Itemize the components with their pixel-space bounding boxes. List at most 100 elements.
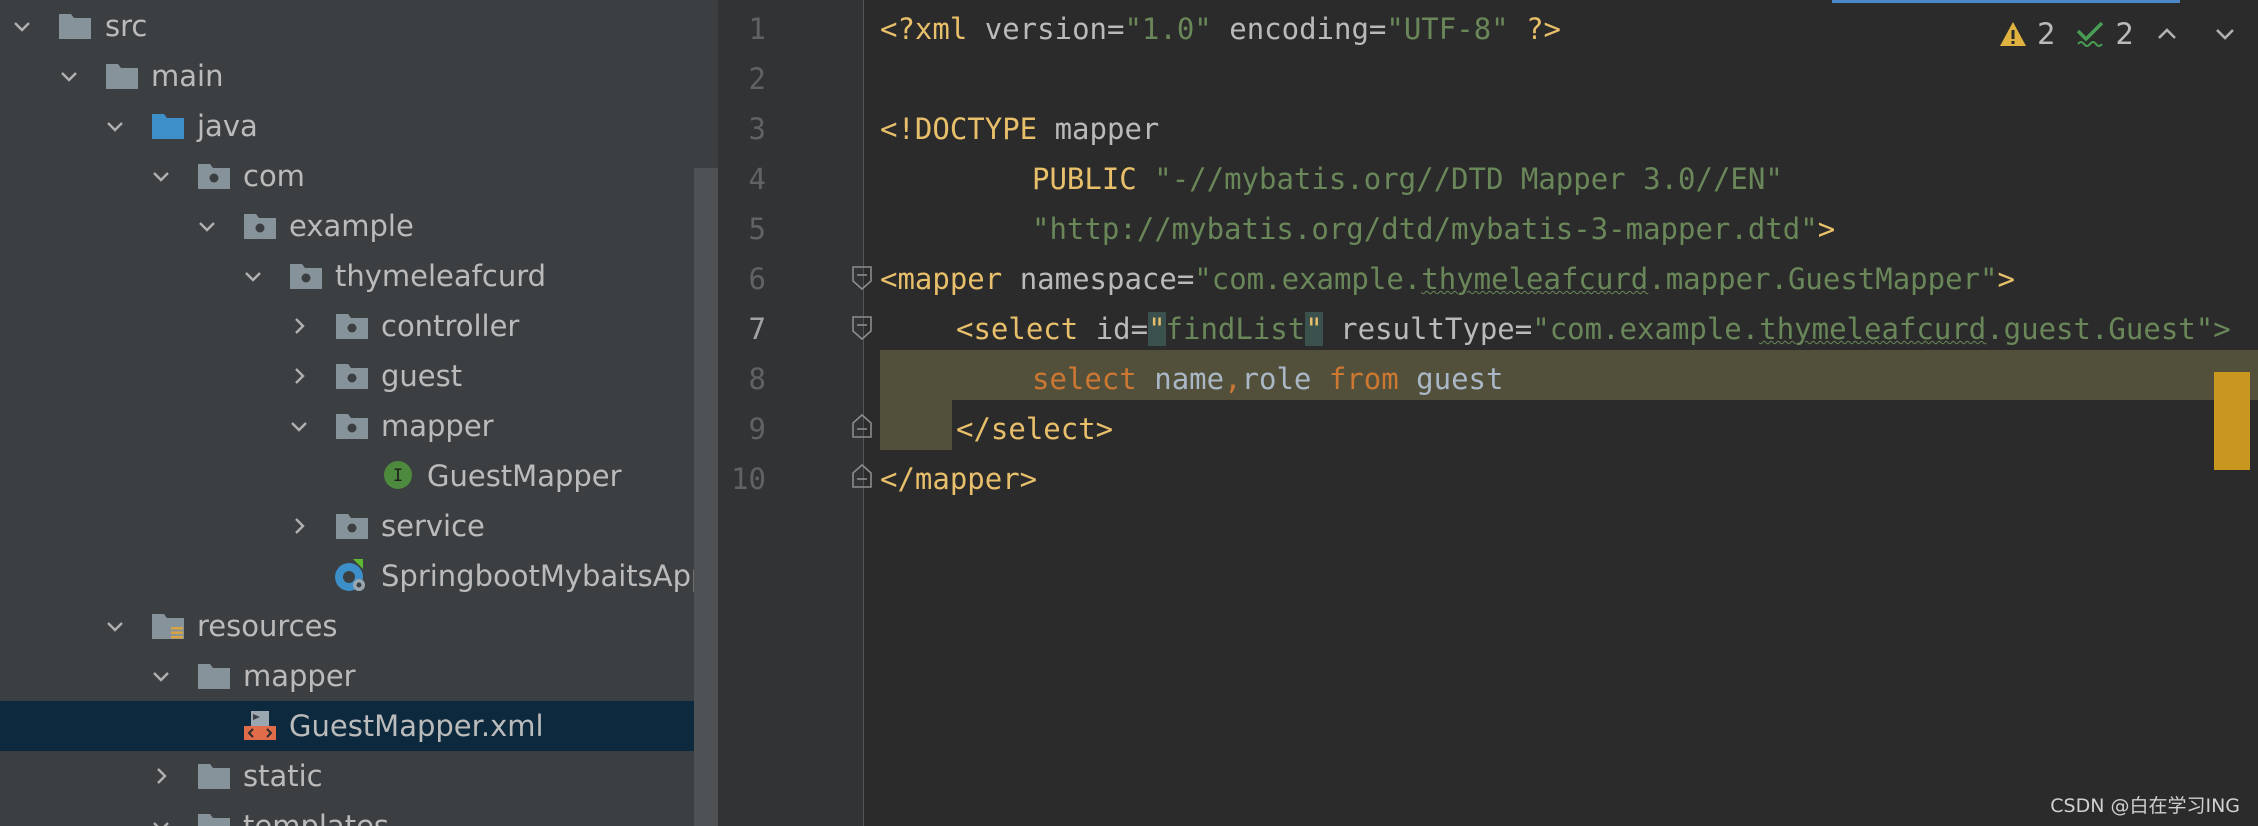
line-number: 3 xyxy=(748,112,766,146)
chevron-down-icon[interactable] xyxy=(10,14,34,38)
code-token: = xyxy=(1176,262,1195,296)
code-token: role xyxy=(1241,362,1312,396)
line-number: 1 xyxy=(748,12,766,46)
tree-item-service[interactable]: service xyxy=(0,501,718,551)
tree-item-label: thymeleafcurd xyxy=(335,259,547,293)
package-icon xyxy=(335,360,369,390)
folder-icon xyxy=(197,660,231,690)
code-token: </select> xyxy=(956,412,1114,446)
tree-item-templates[interactable]: templates xyxy=(0,801,718,826)
code-token: "com.example. xyxy=(1194,262,1422,296)
tree-item-resources[interactable]: resources xyxy=(0,601,718,651)
tree-item-label: templates xyxy=(243,809,390,826)
tab-indicator xyxy=(1832,0,2180,3)
tree-item-label: GuestMapper.xml xyxy=(289,709,544,743)
tree-item-controller[interactable]: controller xyxy=(0,301,718,351)
folder-icon xyxy=(105,60,139,90)
interface-icon: I xyxy=(381,460,415,490)
tree-item-label: guest xyxy=(381,359,463,393)
chevron-down-icon[interactable] xyxy=(2212,21,2238,47)
tree-item-mapper-folder[interactable]: mapper xyxy=(0,651,718,701)
chevron-down-icon[interactable] xyxy=(287,414,311,438)
tree-item-label: mapper xyxy=(381,409,494,443)
line-number-current: 7 xyxy=(748,312,766,346)
code-token: "UTF-8" xyxy=(1386,12,1509,46)
code-token: "-//mybatis.org//DTD Mapper 3.0//EN" xyxy=(1154,162,1783,196)
code-token: name xyxy=(1154,362,1225,396)
code-line-10: </mapper> xyxy=(880,454,1037,504)
fold-close-icon[interactable] xyxy=(850,412,874,440)
code-token: PUBLIC xyxy=(1032,162,1137,196)
code-line-7: <select id="findList" resultType="com.ex… xyxy=(956,304,2231,354)
inspection-widget[interactable]: 2 2 xyxy=(1999,10,2238,58)
tree-item-springboot-app[interactable]: SpringbootMybaitsApplic xyxy=(0,551,718,601)
chevron-right-icon[interactable] xyxy=(287,514,311,538)
weak-warning-icon xyxy=(2076,21,2103,47)
chevron-right-icon[interactable] xyxy=(149,764,173,788)
chevron-down-icon[interactable] xyxy=(149,664,173,688)
interface-icon-letter: I xyxy=(393,466,403,486)
line-number: 10 xyxy=(731,462,766,496)
chevron-down-icon[interactable] xyxy=(195,214,219,238)
tree-item-com[interactable]: com xyxy=(0,151,718,201)
code-token: guest xyxy=(1416,362,1504,396)
xml-file-icon xyxy=(243,710,277,740)
resources-folder-icon xyxy=(151,610,185,640)
fold-close-icon[interactable] xyxy=(850,462,874,490)
tree-item-label: src xyxy=(105,9,148,43)
folder-icon xyxy=(197,810,231,826)
chevron-down-icon[interactable] xyxy=(57,64,81,88)
tree-item-thymeleafcurd[interactable]: thymeleafcurd xyxy=(0,251,718,301)
watermark: CSDN @白在学习ING xyxy=(2050,795,2240,817)
code-token: id xyxy=(1095,312,1131,346)
line-number: 2 xyxy=(748,62,766,96)
code-token: "com.example. xyxy=(1532,312,1760,346)
folder-icon xyxy=(58,10,92,40)
package-icon xyxy=(289,260,323,290)
package-icon xyxy=(335,410,369,440)
tree-item-java[interactable]: java xyxy=(0,101,718,151)
code-token: = xyxy=(1368,12,1387,46)
chevron-down-icon[interactable] xyxy=(103,114,127,138)
tree-item-guestmapper[interactable]: I GuestMapper xyxy=(0,451,718,501)
fold-open-icon[interactable] xyxy=(850,264,874,292)
tree-item-guestmapper-xml[interactable]: GuestMapper.xml xyxy=(0,701,718,751)
tree-item-mapper-package[interactable]: mapper xyxy=(0,401,718,451)
code-token: = xyxy=(1514,312,1533,346)
code-token: " xyxy=(1305,312,1323,346)
code-line-3: <!DOCTYPE mapper xyxy=(880,104,1159,154)
chevron-down-icon[interactable] xyxy=(149,814,173,826)
code-editor[interactable]: 1 2 3 4 5 6 7 8 9 10 <?xml version="1.0"… xyxy=(718,0,2258,826)
code-token: findList xyxy=(1165,312,1306,346)
scope-highlight xyxy=(880,400,952,450)
folder-icon xyxy=(197,760,231,790)
chevron-right-icon[interactable] xyxy=(287,314,311,338)
code-token: ?> xyxy=(1508,12,1561,46)
tree-scrollbar[interactable] xyxy=(694,168,718,826)
tree-item-guest[interactable]: guest xyxy=(0,351,718,401)
tree-item-example[interactable]: example xyxy=(0,201,718,251)
line-number: 4 xyxy=(748,162,766,196)
error-stripe-marker[interactable] xyxy=(2214,372,2250,470)
line-number: 6 xyxy=(748,262,766,296)
code-token: thymeleafcurd xyxy=(1759,312,1987,346)
code-token: > xyxy=(1997,262,2015,296)
chevron-down-icon[interactable] xyxy=(241,264,265,288)
chevron-down-icon[interactable] xyxy=(149,164,173,188)
tree-item-main[interactable]: main xyxy=(0,51,718,101)
tree-item-static[interactable]: static xyxy=(0,751,718,801)
chevron-down-icon[interactable] xyxy=(103,614,127,638)
fold-open-icon[interactable] xyxy=(850,314,874,342)
code-token: <?xml xyxy=(880,12,985,46)
chevron-up-icon[interactable] xyxy=(2154,21,2180,47)
code-token: "1.0" xyxy=(1124,12,1212,46)
tree-item-label: com xyxy=(243,159,305,193)
tree-item-src[interactable]: src xyxy=(0,1,718,51)
code-token: <select xyxy=(956,312,1079,346)
code-token: .guest.Guest"> xyxy=(1986,312,2231,346)
code-line-1: <?xml version="1.0" encoding="UTF-8" ?> xyxy=(880,4,1561,54)
chevron-right-icon[interactable] xyxy=(287,364,311,388)
code-token: " xyxy=(1148,312,1166,346)
